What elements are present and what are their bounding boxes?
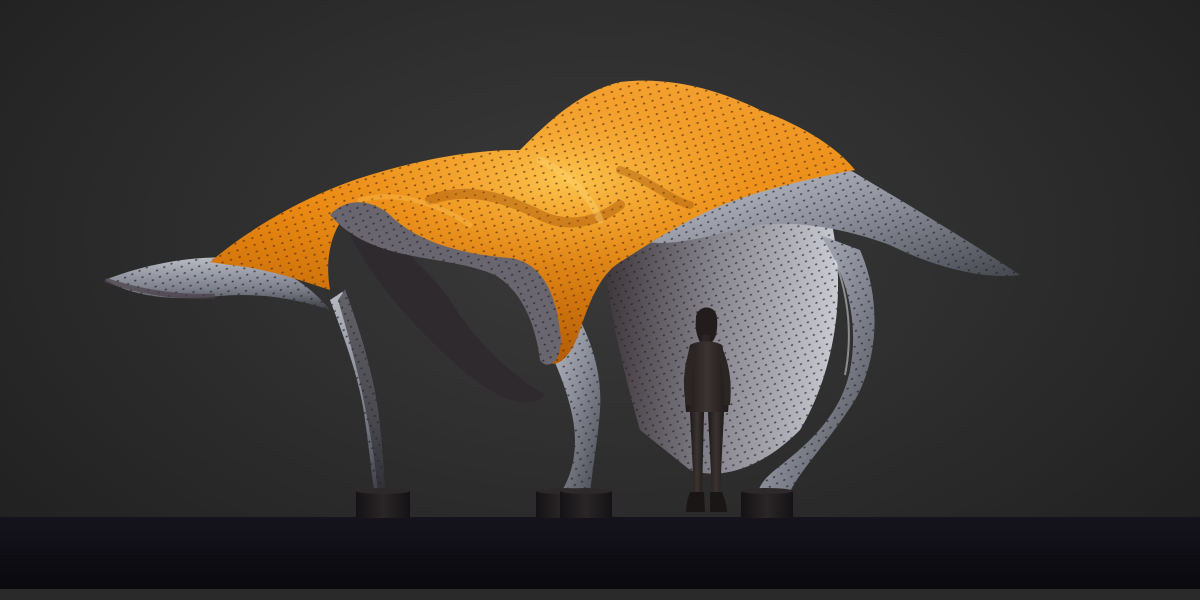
- pedestal-3: [560, 491, 612, 518]
- pedestal-4: [741, 491, 793, 518]
- render-viewport: [0, 0, 1200, 600]
- pedestal-1: [356, 491, 410, 518]
- pedestals: [356, 488, 793, 518]
- sculpture-render: [0, 80, 1200, 600]
- column-left: [330, 290, 385, 495]
- ground-slab: [0, 517, 1200, 600]
